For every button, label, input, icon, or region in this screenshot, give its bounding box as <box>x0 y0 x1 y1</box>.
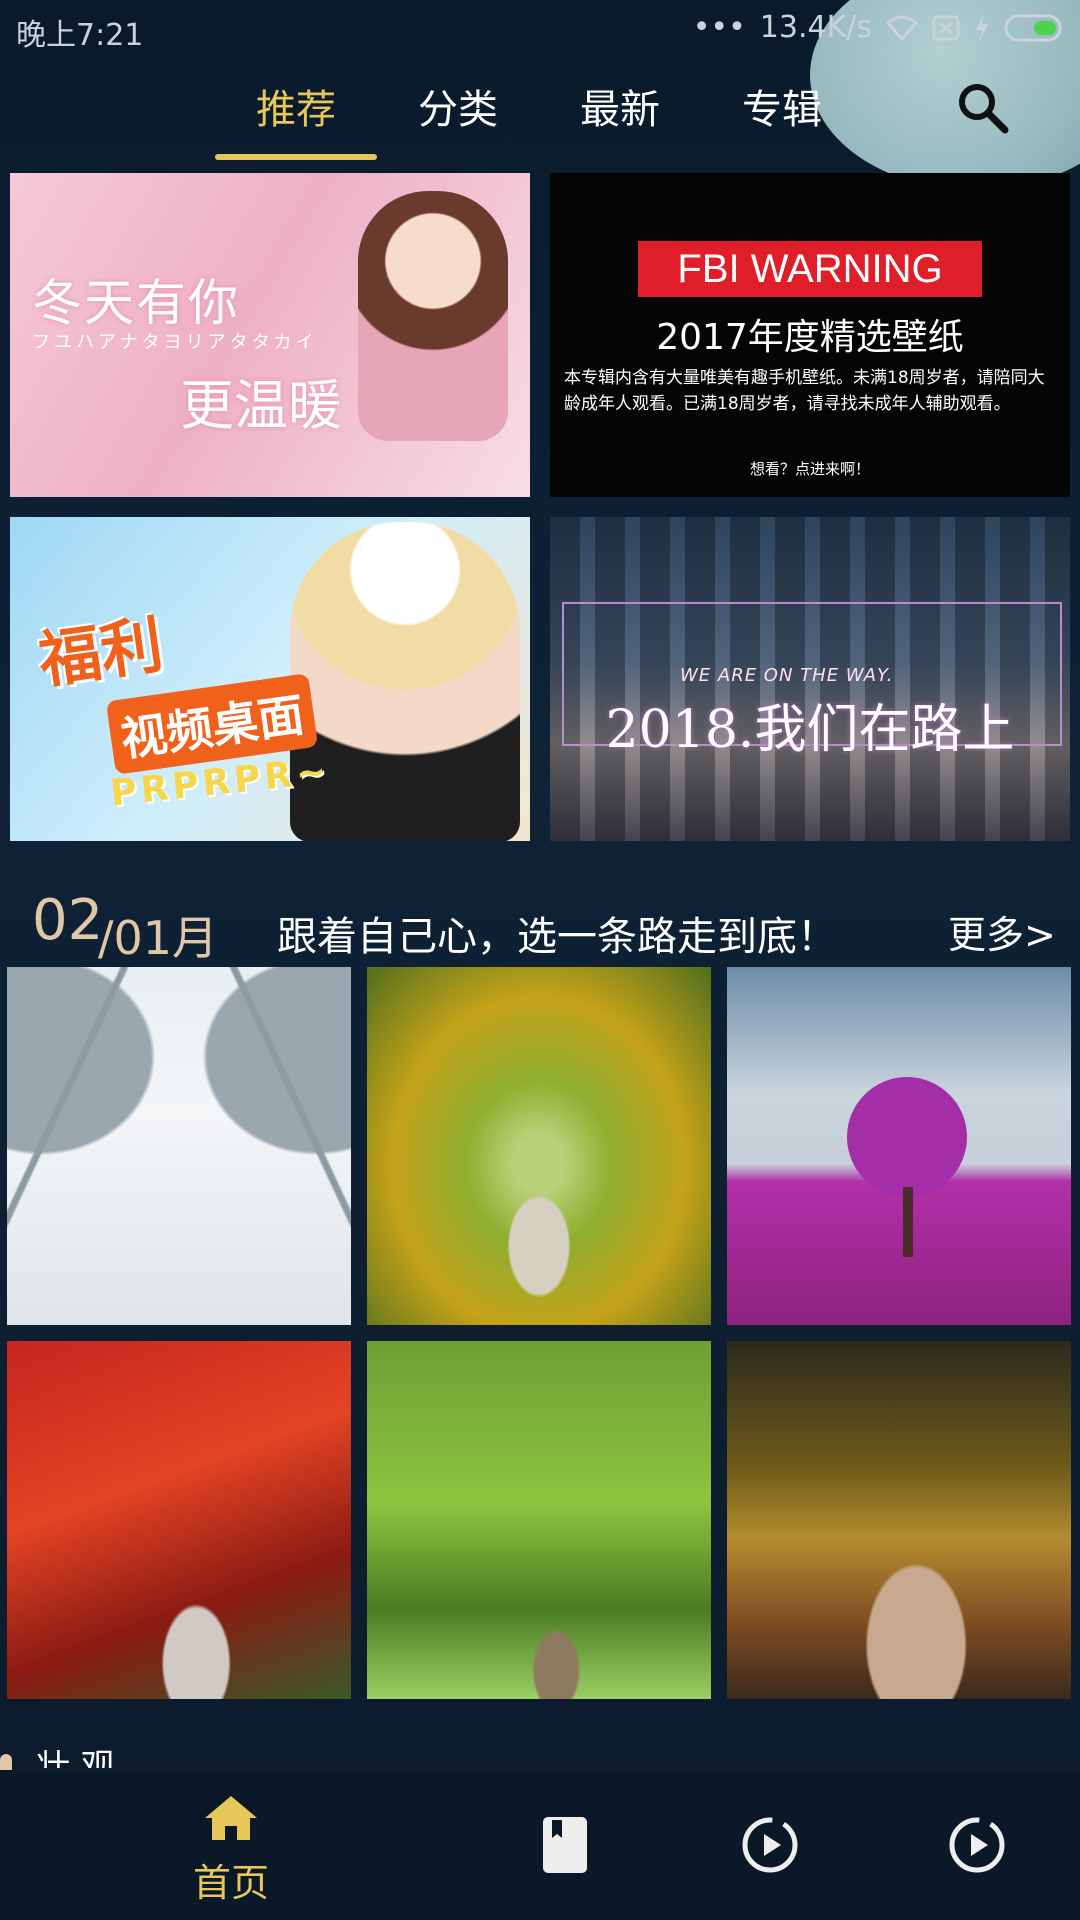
wallpaper-green-path[interactable] <box>367 1341 711 1699</box>
wallpaper-red-forest[interactable] <box>7 1341 351 1699</box>
top-tabs: 推荐 分类 最新 专辑 <box>215 70 863 160</box>
banner-girl-image <box>358 191 508 441</box>
date-day: 02 <box>32 888 104 953</box>
home-icon <box>205 1796 257 1840</box>
banner-2018[interactable]: WE ARE ON THE WAY. 2018.我们在路上 <box>550 517 1070 841</box>
banner-winter-title: 冬天有你 <box>32 274 240 332</box>
banner-fbi-warning[interactable]: FBI WARNING 2017年度精选壁纸 本专辑内含有大量唯美有趣手机壁纸。… <box>550 173 1070 497</box>
play-circle-icon <box>742 1817 798 1873</box>
tab-latest[interactable]: 最新 <box>539 70 701 160</box>
banner-fbi-body: 本专辑内含有大量唯美有趣手机壁纸。未满18周岁者，请陪同大龄成年人观看。已满18… <box>564 368 1045 414</box>
play-circle-icon <box>949 1817 1005 1873</box>
wallpaper-autumn-path[interactable] <box>727 1341 1071 1699</box>
banner-fbi-title: 2017年度精选壁纸 <box>656 317 964 358</box>
status-bar: 晚上7:21 ••• 13.4K/s <box>0 0 1080 60</box>
sim-icon <box>932 15 960 40</box>
tab-recommend[interactable]: 推荐 <box>215 70 377 160</box>
wallpaper-snow-road[interactable] <box>7 967 351 1325</box>
wallpaper-tree-tunnel[interactable] <box>367 967 711 1325</box>
status-right: ••• 13.4K/s <box>693 10 1066 45</box>
banner-2018-title: 2018.我们在路上 <box>605 700 1015 760</box>
wallpaper-purple-tree[interactable] <box>727 967 1071 1325</box>
bookmark-icon <box>543 1817 587 1873</box>
banner-fbi-footer: 想看？点进来啊！ <box>749 460 870 478</box>
nav-video[interactable] <box>700 1770 840 1920</box>
tab-category[interactable]: 分类 <box>377 70 539 160</box>
nav-live[interactable] <box>907 1770 1047 1920</box>
more-dots-icon: ••• <box>692 10 746 45</box>
more-link[interactable]: 更多> <box>948 904 1056 959</box>
banner-winter-kana: フユハアナタヨリアタタカイ <box>32 332 318 353</box>
banner-welfare[interactable]: 福利 视频桌面 PRPRPR~ <box>10 517 530 841</box>
nav-home-label: 首页 <box>192 1861 269 1905</box>
date-month: /01月 <box>98 911 219 965</box>
network-speed: 13.4K/s <box>759 10 872 45</box>
wifi-icon <box>886 15 918 41</box>
nav-home[interactable]: 首页 <box>161 1770 301 1920</box>
charging-icon <box>976 13 988 42</box>
search-icon[interactable] <box>955 80 1011 136</box>
nav-collection[interactable] <box>495 1770 635 1920</box>
battery-icon <box>1004 14 1062 41</box>
next-section-title: 壮 观 <box>36 1750 115 1768</box>
screen: 晚上7:21 ••• 13.4K/s 推荐 分类 最新 专辑 冬天有你 フユハア… <box>0 0 1080 1920</box>
banner-anime-image <box>290 522 520 841</box>
banner-2018-small: WE ARE ON THE WAY. <box>680 665 894 686</box>
banner-welfare-title: 福利 <box>34 607 168 698</box>
tab-album[interactable]: 专辑 <box>701 70 863 160</box>
section-motto: 跟着自己心，选一条路走到底！ <box>277 914 837 960</box>
daily-section-header: 02 /01月 跟着自己心，选一条路走到底！ 更多> <box>0 888 1080 965</box>
bottom-nav: 首页 <box>0 1770 1080 1920</box>
banner-winter[interactable]: 冬天有你 フユハアナタヨリアタタカイ 更温暖 <box>10 173 530 497</box>
banner-winter-subtitle: 更温暖 <box>180 374 342 437</box>
status-time: 晚上7:21 <box>16 18 144 53</box>
next-section-peek: 壮 观 <box>0 1750 200 1772</box>
fbi-warning-label: FBI WARNING <box>638 241 982 297</box>
